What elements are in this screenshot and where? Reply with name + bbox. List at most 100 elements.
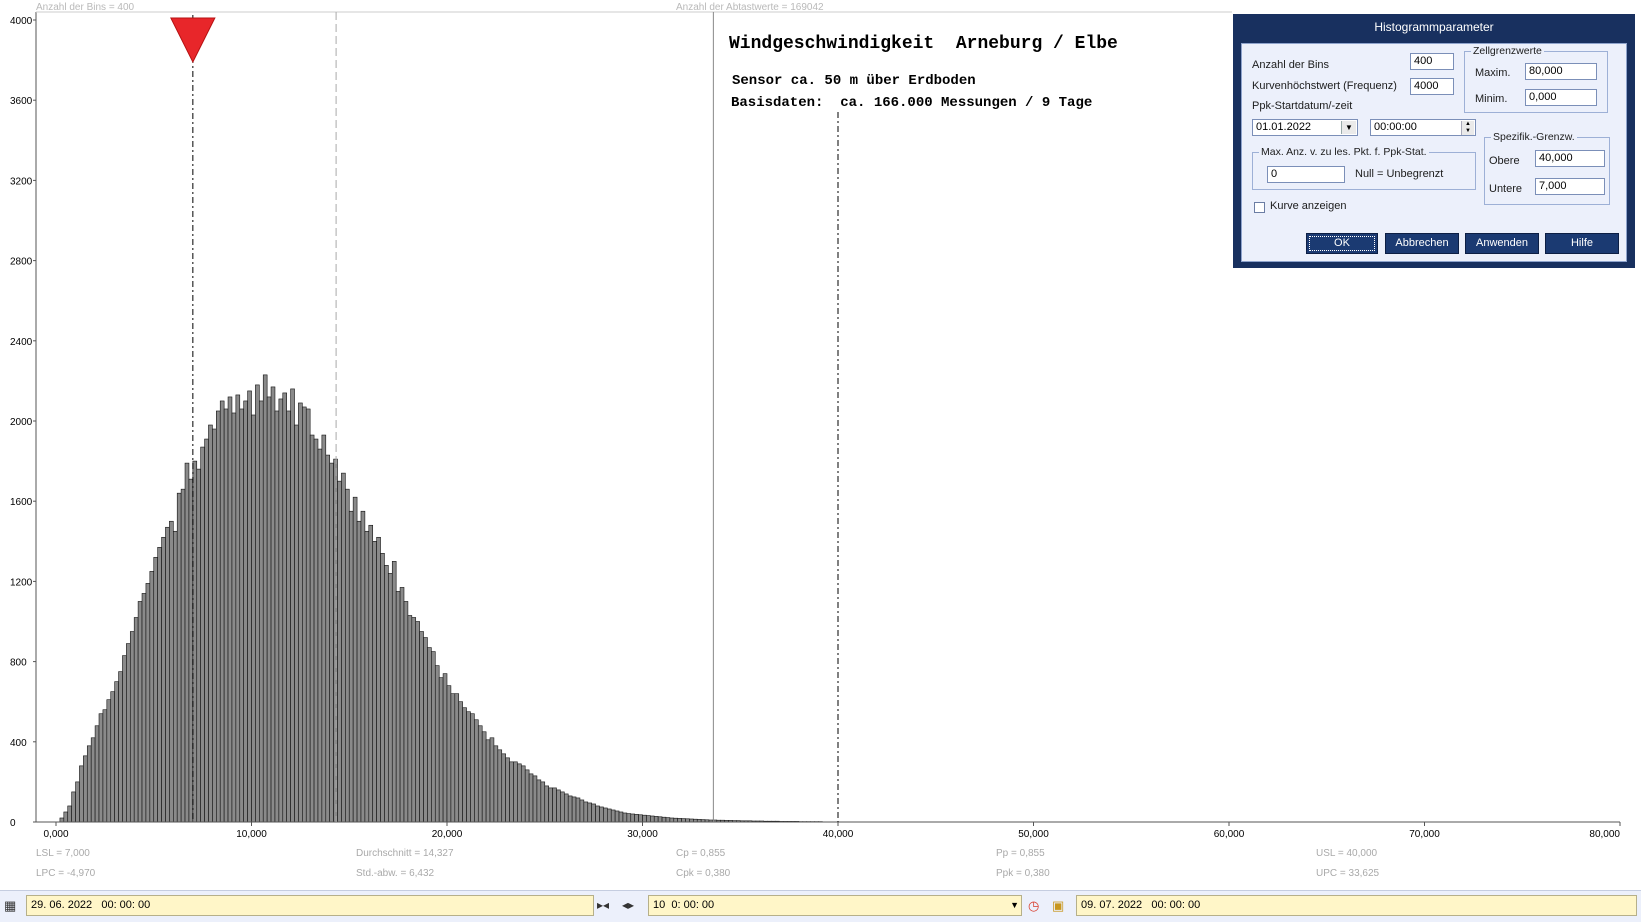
histogram-bar [580, 800, 584, 822]
histogram-bar [330, 463, 334, 822]
ppk-time-value: 00:00:00 [1374, 121, 1417, 133]
apply-button[interactable]: Anwenden [1465, 233, 1539, 254]
stat-upc: UPC = 33,625 [1316, 868, 1380, 879]
histogram-bar [517, 764, 521, 822]
histogram-bar [158, 547, 162, 822]
calendar-icon[interactable]: ▦ [4, 895, 16, 916]
time-spinner-icon[interactable]: ▲▼ [1461, 121, 1474, 135]
histogram-bar [302, 407, 306, 822]
chevron-down-icon[interactable]: ▼ [1341, 121, 1356, 134]
x-tick-label: 30,000 [627, 829, 658, 840]
histogram-bar [154, 557, 158, 822]
y-tick-label: 1600 [10, 497, 33, 508]
lsl-marker-icon[interactable] [171, 18, 215, 62]
stat-lpc: LPC = -4,970 [36, 868, 96, 879]
histogram-bar [510, 762, 514, 822]
chevron-down-icon[interactable]: ▼ [1010, 896, 1019, 915]
histogram-bar [654, 816, 658, 822]
show-curve-checkbox[interactable] [1254, 202, 1265, 213]
chart-subtitle-sensor: Sensor ca. 50 m über Erdboden [732, 73, 976, 89]
ppk-date-value: 01.01.2022 [1256, 121, 1311, 133]
ok-button[interactable]: OK [1306, 233, 1378, 254]
histogram-bar [341, 473, 345, 822]
histogram-bar [377, 537, 381, 822]
histogram-bar [119, 672, 123, 822]
spec-limits-group: Spezifik.-Grenzw. Obere 40,000 Untere 7,… [1484, 137, 1610, 205]
histogram-bar [95, 726, 99, 822]
histogram-bar [248, 391, 252, 822]
histogram-bar [271, 387, 275, 822]
interval-combo[interactable]: 10 0: 00: 00 ▼ [648, 895, 1022, 916]
histogram-bar [185, 463, 189, 822]
histogram-bar [177, 493, 181, 822]
histogram-bar [255, 385, 259, 822]
minim-input[interactable]: 0,000 [1525, 89, 1597, 106]
histogram-bar [322, 435, 326, 822]
histogram-bar [400, 587, 404, 822]
max-points-group-label: Max. Anz. v. zu les. Pkt. f. Ppk-Stat. [1259, 146, 1429, 158]
lower-limit-input[interactable]: 7,000 [1535, 178, 1605, 195]
y-tick-label: 800 [10, 658, 27, 669]
lock-icon[interactable]: ▣ [1052, 895, 1064, 916]
histogram-bar [259, 401, 263, 822]
stat-mean: Durchschnitt = 14,327 [356, 848, 454, 859]
histogram-bar [150, 571, 154, 822]
x-tick-label: 10,000 [236, 829, 267, 840]
stat-cp: Cp = 0,855 [676, 848, 726, 859]
ppk-date-combo[interactable]: 01.01.2022 ▼ [1252, 119, 1358, 136]
histogram-bar [87, 746, 91, 822]
histogram-bar [201, 447, 205, 822]
collapse-arrows-icon[interactable]: ▸◂ [597, 895, 609, 916]
histogram-bar [287, 411, 291, 822]
histogram-bar [463, 708, 467, 822]
help-button[interactable]: Hilfe [1545, 233, 1619, 254]
histogram-bar [181, 489, 185, 822]
y-tick-label: 3600 [10, 96, 33, 107]
histogram-bar [334, 459, 338, 822]
histogram-bar [545, 786, 549, 822]
end-date-value: 09. 07. 2022 00: 00: 00 [1081, 899, 1200, 911]
histogram-bar [91, 738, 95, 822]
spec-limits-group-label: Spezifik.-Grenzw. [1491, 131, 1577, 143]
histogram-bar [435, 666, 439, 822]
y-tick-label: 1200 [10, 577, 33, 588]
histogram-bar [603, 808, 607, 822]
histogram-bar [674, 818, 678, 822]
cell-limits-group-label: Zellgrenzwerte [1471, 45, 1544, 57]
bins-input[interactable]: 400 [1410, 53, 1454, 70]
histogram-bar [68, 806, 72, 822]
histogram-bar [599, 807, 603, 822]
samples-count-info: Anzahl der Abtastwerte = 169042 [676, 2, 824, 13]
histogram-bar [564, 794, 568, 822]
x-tick-label: 20,000 [432, 829, 463, 840]
histogram-bar [494, 746, 498, 822]
histogram-parameters-dialog: Histogrammparameter Anzahl der Bins 400 … [1233, 14, 1635, 268]
histogram-bar [232, 413, 236, 822]
clock-icon[interactable]: ◷ [1028, 895, 1039, 916]
expand-arrows-icon[interactable]: ◂▸ [622, 895, 634, 916]
maxim-input[interactable]: 80,000 [1525, 63, 1597, 80]
upper-limit-input[interactable]: 40,000 [1535, 150, 1605, 167]
histogram-bar [615, 811, 619, 822]
start-date-field[interactable]: 29. 06. 2022 00: 00: 00 [26, 895, 594, 916]
stat-pp: Pp = 0,855 [996, 848, 1045, 859]
dialog-body: Anzahl der Bins 400 Kurvenhöchstwert (Fr… [1241, 43, 1627, 262]
histogram-bar [208, 425, 212, 822]
histogram-bar [506, 758, 510, 822]
max-points-input[interactable]: 0 [1267, 166, 1345, 183]
histogram-bar [76, 782, 80, 822]
histogram-bar [79, 766, 83, 822]
lower-label: Untere [1489, 183, 1522, 195]
histogram-bar [666, 818, 670, 822]
histogram-bar [138, 601, 142, 822]
histogram-bar [173, 531, 177, 822]
histogram-bar [459, 702, 463, 822]
histogram-bar [541, 782, 545, 822]
cancel-button[interactable]: Abbrechen [1385, 233, 1459, 254]
stat-usl: USL = 40,000 [1316, 848, 1378, 859]
end-date-field[interactable]: 09. 07. 2022 00: 00: 00 [1076, 895, 1637, 916]
histogram-bar [365, 531, 369, 822]
curvemax-input[interactable]: 4000 [1410, 78, 1454, 95]
ppk-time-input[interactable]: 00:00:00 ▲▼ [1370, 119, 1476, 136]
histogram-bar [478, 726, 482, 822]
